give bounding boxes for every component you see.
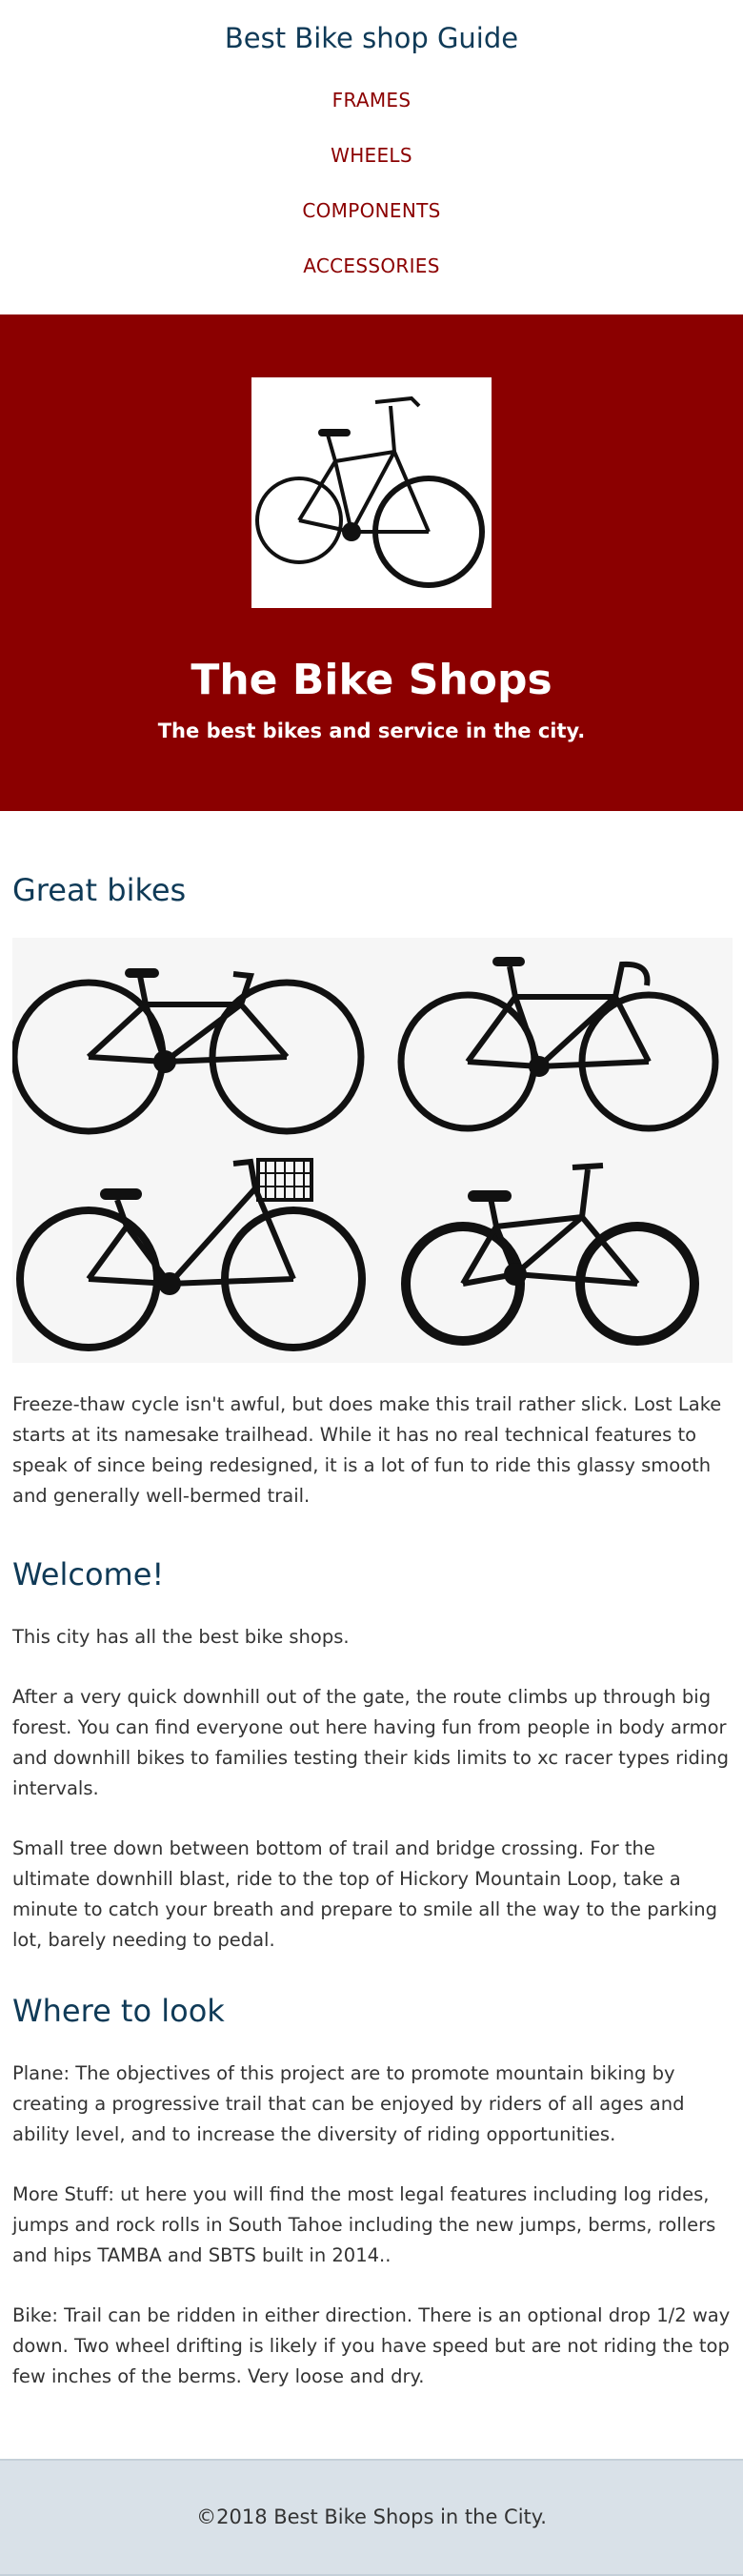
site-footer: ©2018 Best Bike Shops in the City. (0, 2459, 743, 2576)
mountain-bike-image (10, 938, 372, 1150)
great-bikes-heading: Great bikes (12, 872, 187, 908)
footer-copyright: ©2018 Best Bike Shops in the City. (196, 2505, 547, 2528)
where-paragraph: More Stuff: ut here you will find the mo… (12, 2183, 716, 2266)
welcome-paragraph: Small tree down between bottom of trail … (12, 1837, 718, 1951)
where-paragraph: Plane: The objectives of this project ar… (12, 2062, 685, 2145)
welcome-heading: Welcome! (12, 1556, 165, 1592)
welcome-paragraph: After a very quick downhill out of the g… (12, 1686, 730, 1799)
nav-link-accessories[interactable]: ACCESSORIES (303, 254, 439, 277)
site-title: Best Bike shop Guide (224, 22, 519, 54)
hero-banner: The Bike Shops The best bikes and servic… (0, 314, 743, 811)
nav-link-wheels[interactable]: WHEELS (331, 144, 412, 167)
welcome-paragraph: This city has all the best bike shops. (12, 1626, 350, 1648)
nav-item-wheels: WHEELS (0, 141, 743, 196)
where-paragraph: Bike: Trail can be ridden in either dire… (12, 2304, 731, 2387)
where-to-look-heading: Where to look (12, 1993, 225, 2029)
bmx-bike-image (372, 1150, 733, 1363)
road-bike-image (372, 938, 733, 1150)
nav-link-components[interactable]: COMPONENTS (302, 199, 440, 222)
nav-link-frames[interactable]: FRAMES (332, 89, 412, 112)
site-header: Best Bike shop Guide FRAMES WHEELS COMPO… (0, 0, 743, 314)
hero-title: The Bike Shops (191, 656, 552, 704)
city-bike-basket-image (12, 1150, 372, 1363)
hero-tagline: The best bikes and service in the city. (157, 720, 586, 742)
hero-bike-image (251, 377, 492, 608)
bikes-collage-image (10, 938, 733, 1363)
nav-item-frames: FRAMES (0, 86, 743, 141)
main-content: Great bikes Freeze-thaw cycle isn't awfu… (0, 871, 743, 2392)
great-bikes-text: Freeze-thaw cycle isn't awful, but does … (12, 1393, 722, 1507)
nav-item-accessories: ACCESSORIES (0, 252, 743, 307)
nav-item-components: COMPONENTS (0, 196, 743, 252)
main-nav: FRAMES WHEELS COMPONENTS ACCESSORIES (0, 86, 743, 307)
